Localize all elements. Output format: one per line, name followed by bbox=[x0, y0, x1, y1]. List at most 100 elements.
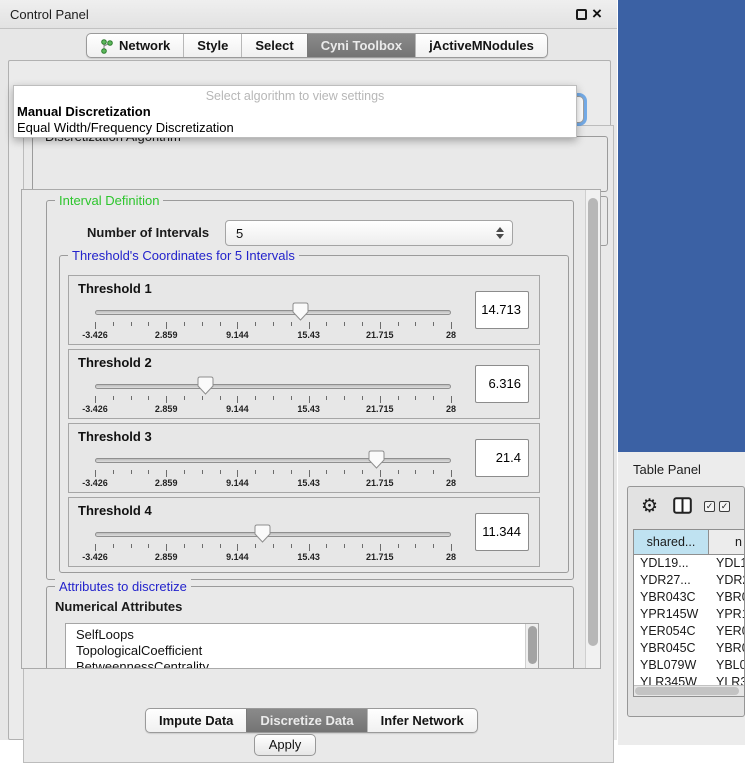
tick-mark bbox=[148, 396, 149, 400]
tick-label: 21.715 bbox=[366, 478, 394, 488]
slider-track[interactable] bbox=[95, 458, 451, 463]
table-rows: YDL19...YDL1YDR27...YDR2YBR043CYBR0YPR14… bbox=[634, 555, 744, 697]
slider-thumb[interactable] bbox=[254, 524, 271, 546]
popup-item-manual-discretization[interactable]: Manual Discretization bbox=[14, 103, 576, 119]
cell-name: YDL1 bbox=[709, 555, 744, 572]
tab-jactivemnodules[interactable]: jActiveMNodules bbox=[415, 34, 547, 57]
list-item[interactable]: BetweennessCentrality bbox=[66, 659, 538, 669]
threshold-value-field[interactable]: 11.344 bbox=[475, 513, 529, 551]
tick-mark bbox=[237, 396, 238, 403]
horizontal-scrollbar[interactable] bbox=[634, 685, 744, 696]
threshold-label: Threshold 3 bbox=[78, 429, 152, 444]
close-icon[interactable]: × bbox=[592, 4, 602, 24]
table-row[interactable]: YER054CYER0 bbox=[634, 623, 744, 640]
slider-thumb[interactable] bbox=[292, 302, 309, 324]
tick-mark bbox=[344, 396, 345, 400]
table-row[interactable]: YPR145WYPR1 bbox=[634, 606, 744, 623]
tick-label: 9.144 bbox=[226, 552, 249, 562]
tick-mark bbox=[113, 396, 114, 400]
tick-label: 9.144 bbox=[226, 478, 249, 488]
table-row[interactable]: YBR045CYBR0 bbox=[634, 640, 744, 657]
tab-cyni-toolbox[interactable]: Cyni Toolbox bbox=[307, 34, 415, 57]
table-row[interactable]: YBR043CYBR0 bbox=[634, 589, 744, 606]
tick-mark bbox=[451, 544, 452, 551]
tick-mark bbox=[166, 322, 167, 329]
tick-mark bbox=[380, 322, 381, 329]
tick-mark bbox=[451, 396, 452, 403]
tick-mark bbox=[95, 396, 96, 403]
number-of-intervals-combobox[interactable]: 5 bbox=[225, 220, 513, 246]
tab-impute-data[interactable]: Impute Data bbox=[146, 709, 246, 732]
tick-mark bbox=[398, 544, 399, 548]
tick-mark bbox=[451, 322, 452, 329]
threshold-value-field[interactable]: 21.4 bbox=[475, 439, 529, 477]
tick-mark bbox=[326, 322, 327, 326]
combo-spinner-icon bbox=[496, 227, 505, 239]
cell-shared-name: YDL19... bbox=[634, 555, 709, 572]
column-header-name[interactable]: n bbox=[709, 530, 744, 554]
tab-discretize-data[interactable]: Discretize Data bbox=[246, 709, 366, 732]
tick-mark bbox=[166, 544, 167, 551]
tab-label: Discretize Data bbox=[260, 713, 353, 728]
checkbox-icon[interactable]: ✓ bbox=[704, 501, 715, 512]
tick-mark bbox=[255, 396, 256, 400]
threshold-label: Threshold 1 bbox=[78, 281, 152, 296]
tick-mark bbox=[415, 396, 416, 400]
cell-shared-name: YER054C bbox=[634, 623, 709, 640]
tick-mark bbox=[433, 470, 434, 474]
tab-network[interactable]: Network bbox=[87, 34, 183, 57]
control-panel-tab-bar: Network Style Select Cyni Toolbox jActiveMNo… bbox=[86, 33, 548, 58]
tick-mark bbox=[131, 322, 132, 326]
scrollbar-thumb[interactable] bbox=[588, 198, 598, 646]
slider-track[interactable] bbox=[95, 384, 451, 389]
list-item[interactable]: TopologicalCoefficient bbox=[66, 643, 538, 659]
tick-mark bbox=[131, 396, 132, 400]
tab-label: Impute Data bbox=[159, 713, 233, 728]
slider-thumb[interactable] bbox=[368, 450, 385, 472]
apply-button[interactable]: Apply bbox=[254, 734, 316, 756]
table-panel: Table Panel ⚙ ✓ ✓ shared... n YDL19...YD… bbox=[618, 452, 745, 745]
numerical-attributes-list[interactable]: SelfLoopsTopologicalCoefficientBetweenne… bbox=[65, 623, 539, 669]
slider-thumb-icon bbox=[292, 302, 309, 321]
tick-mark bbox=[291, 544, 292, 548]
tab-style[interactable]: Style bbox=[183, 34, 241, 57]
tick-mark bbox=[326, 396, 327, 400]
algorithm-dropdown-popup: Select algorithm to view settings Manual… bbox=[13, 85, 577, 138]
tab-infer-network[interactable]: Infer Network bbox=[367, 709, 477, 732]
threshold-value-field[interactable]: 6.316 bbox=[475, 365, 529, 403]
slider-ticks bbox=[69, 396, 539, 404]
tick-mark bbox=[131, 470, 132, 474]
tick-mark bbox=[344, 544, 345, 548]
float-window-icon[interactable] bbox=[576, 9, 587, 20]
tab-label: Cyni Toolbox bbox=[321, 38, 402, 53]
cell-shared-name: YPR145W bbox=[634, 606, 709, 623]
tab-label: Style bbox=[197, 38, 228, 53]
scrollbar-thumb[interactable] bbox=[635, 687, 739, 695]
tick-mark bbox=[309, 544, 310, 551]
thresholds-group-title: Threshold's Coordinates for 5 Intervals bbox=[68, 248, 299, 263]
tab-select[interactable]: Select bbox=[241, 34, 306, 57]
split-columns-icon[interactable] bbox=[673, 497, 692, 514]
tick-mark bbox=[220, 396, 221, 400]
list-item[interactable]: SelfLoops bbox=[66, 627, 538, 643]
tick-mark bbox=[148, 544, 149, 548]
table-row[interactable]: YBL079WYBL0 bbox=[634, 657, 744, 674]
tick-label: 21.715 bbox=[366, 404, 394, 414]
cell-name: YBL0 bbox=[709, 657, 744, 674]
popup-item-equal-width-frequency[interactable]: Equal Width/Frequency Discretization bbox=[14, 119, 576, 135]
slider-track[interactable] bbox=[95, 532, 451, 537]
attributes-list-scrollbar[interactable] bbox=[525, 624, 538, 669]
gear-icon[interactable]: ⚙ bbox=[641, 495, 658, 518]
scrollbar-thumb[interactable] bbox=[528, 626, 537, 664]
vertical-scrollbar[interactable] bbox=[585, 190, 600, 668]
slider-thumb[interactable] bbox=[197, 376, 214, 398]
table-row[interactable]: YDR27...YDR2 bbox=[634, 572, 744, 589]
checkbox-icon[interactable]: ✓ bbox=[719, 501, 730, 512]
cytoscape-desktop: GAL80GCGAL11GAL4GCY1HHAP2 bbox=[618, 0, 745, 452]
popup-hint: Select algorithm to view settings bbox=[14, 86, 576, 103]
slider-track[interactable] bbox=[95, 310, 451, 315]
column-header-shared-name[interactable]: shared... bbox=[634, 530, 709, 554]
threshold-value-field[interactable]: 14.713 bbox=[475, 291, 529, 329]
tick-label: 15.43 bbox=[297, 404, 320, 414]
table-row[interactable]: YDL19...YDL1 bbox=[634, 555, 744, 572]
